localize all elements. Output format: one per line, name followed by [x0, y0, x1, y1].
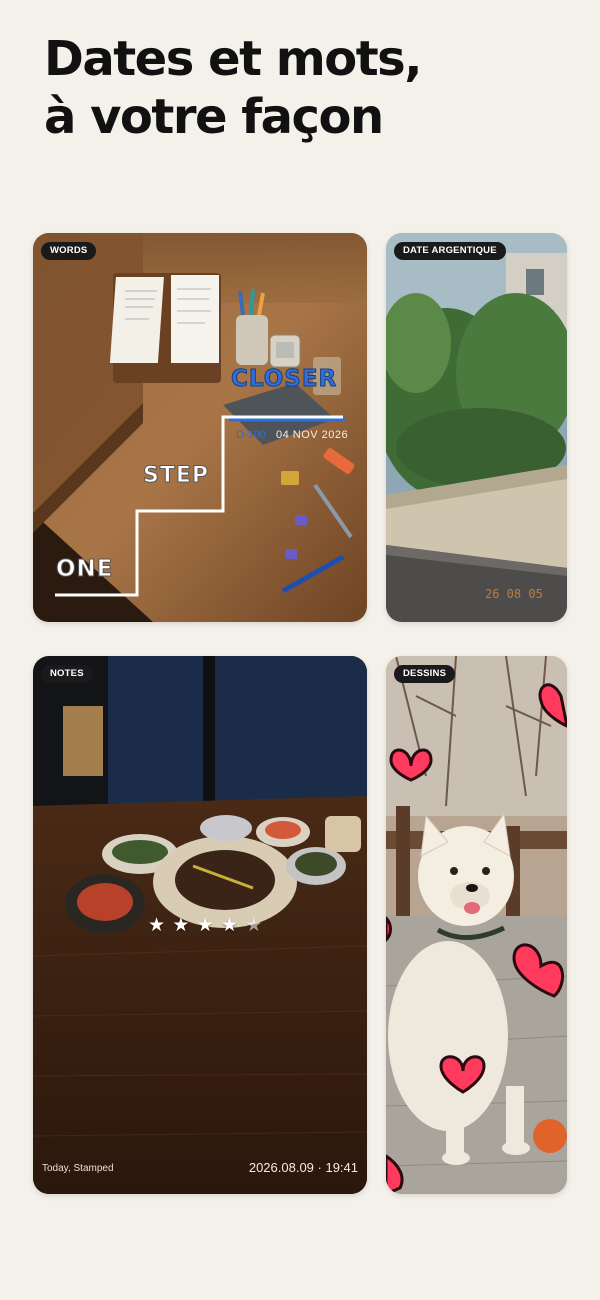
film-date-stamp[interactable]: 26 08 05: [485, 587, 543, 601]
notes-footer-timestamp: 2026.08.09 · 19:41: [248, 1160, 358, 1175]
sticker-step[interactable]: STEP: [142, 463, 209, 489]
sticker-one[interactable]: ONE: [56, 556, 114, 583]
notes-card[interactable]: NOTES ★ ★ ★ ★ ★ Today, Stamped 2026.08.0…: [33, 656, 367, 1194]
words-card[interactable]: WORDS CLOSER D-100 04 NOV 2026 STEP ONE: [33, 233, 367, 622]
date-argentique-card[interactable]: DATE ARGENTIQUE 26 08 05: [386, 233, 567, 622]
sticker-dday[interactable]: D-100: [236, 429, 266, 441]
star-icon[interactable]: ★: [197, 915, 215, 936]
sticker-date[interactable]: 04 NOV 2026: [276, 429, 348, 441]
headline-line-2: à votre façon: [44, 89, 384, 145]
headline-line-1: Dates et mots,: [44, 31, 422, 87]
star-rating[interactable]: ★ ★ ★ ★ ★: [148, 914, 263, 937]
dog-photo: [386, 656, 567, 1194]
dessins-card[interactable]: DESSINS: [386, 656, 567, 1194]
sticker-closer[interactable]: CLOSER: [230, 366, 337, 393]
card-tag-date-argentique: DATE ARGENTIQUE: [394, 242, 506, 260]
notes-footer-left: Today, Stamped: [42, 1163, 114, 1174]
half-star-icon[interactable]: ★: [245, 915, 263, 936]
star-icon[interactable]: ★: [172, 915, 190, 936]
card-tag-words: WORDS: [41, 242, 97, 260]
street-photo: [386, 233, 567, 622]
headline: Dates et mots, à votre façon: [44, 30, 564, 146]
star-icon[interactable]: ★: [148, 915, 166, 936]
card-tag-notes: NOTES: [41, 665, 93, 683]
card-tag-dessins: DESSINS: [394, 665, 456, 683]
star-icon[interactable]: ★: [221, 915, 239, 936]
